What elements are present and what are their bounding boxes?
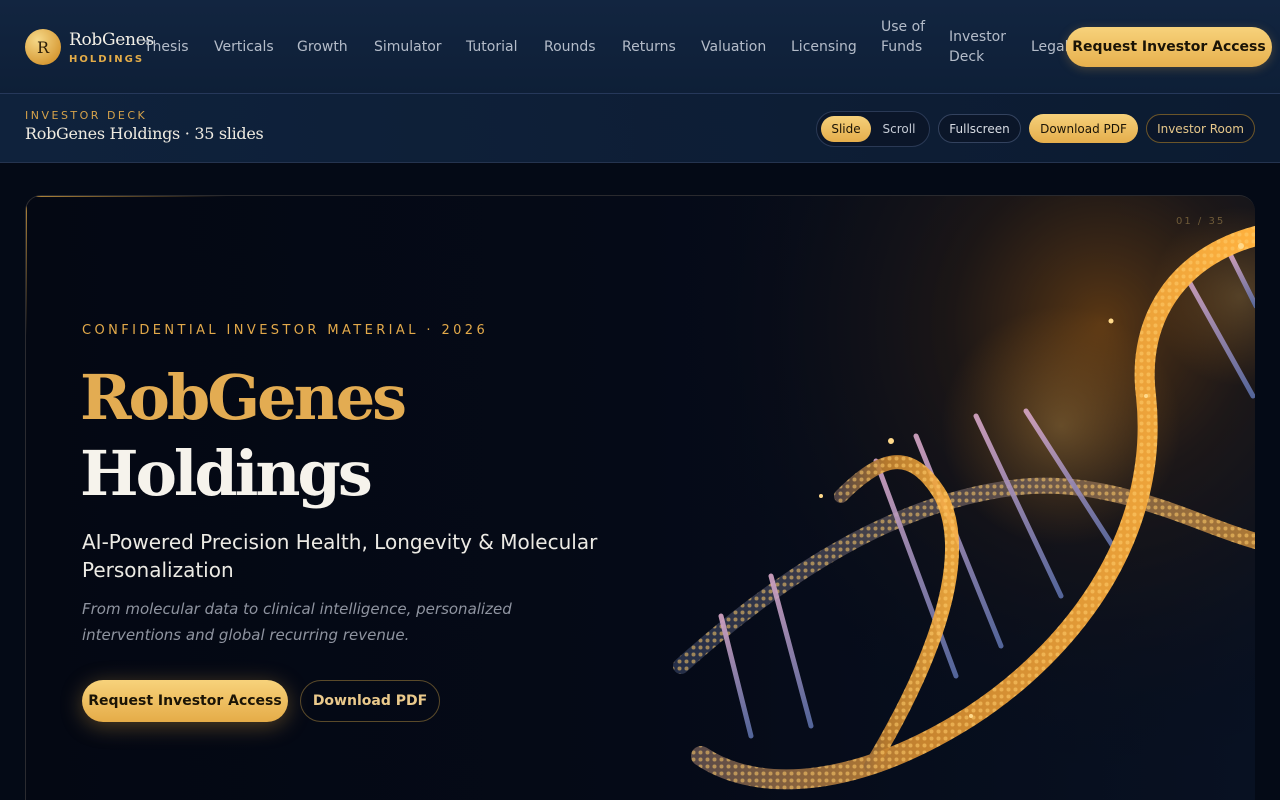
nav-item-rounds[interactable]: Rounds <box>544 37 596 57</box>
nav-item-returns[interactable]: Returns <box>622 37 676 57</box>
hero-slide: 01 / 35 CONFIDENTIAL INVESTOR MATERIAL ·… <box>25 195 1255 800</box>
nav-item-verticals[interactable]: Verticals <box>214 37 274 57</box>
nav-item-licensing[interactable]: Licensing <box>791 37 857 57</box>
download-pdf-button[interactable]: Download PDF <box>1029 114 1138 143</box>
slide-mode-button[interactable]: Slide <box>821 116 871 142</box>
nav-item-simulator[interactable]: Simulator <box>374 37 442 57</box>
scroll-mode-button[interactable]: Scroll <box>875 116 923 142</box>
dna-helix-illustration <box>641 196 1255 800</box>
nav-item-use-of-funds[interactable]: Use of Funds <box>881 17 926 57</box>
hero-eyebrow: CONFIDENTIAL INVESTOR MATERIAL · 2026 <box>82 323 489 338</box>
hero-title-line2: Holdings <box>80 437 373 510</box>
card-edge-glow-vertical <box>26 196 27 336</box>
nav-item-investor-deck[interactable]: Investor Deck <box>949 27 1009 67</box>
top-navigation: R RobGenes HOLDINGS Thesis Verticals Gro… <box>0 0 1280 94</box>
investor-room-button[interactable]: Investor Room <box>1146 114 1255 143</box>
brand-subtitle: HOLDINGS <box>69 54 145 65</box>
card-edge-glow <box>26 196 226 197</box>
fullscreen-button[interactable]: Fullscreen <box>938 114 1021 143</box>
deck-title: RobGenes Holdings · 35 slides <box>25 124 264 143</box>
hero-description: From molecular data to clinical intellig… <box>82 600 512 644</box>
nav-item-growth[interactable]: Growth <box>297 37 348 57</box>
nav-item-thesis[interactable]: Thesis <box>144 37 189 57</box>
hero-title-line1: RobGenes <box>80 361 407 434</box>
deck-toolbar: INVESTOR DECK RobGenes Holdings · 35 sli… <box>0 94 1280 163</box>
nav-item-legal[interactable]: Legal <box>1031 37 1069 57</box>
hero-request-access-button[interactable]: Request Investor Access <box>82 680 288 722</box>
view-mode-toggle: Slide Scroll <box>816 111 930 147</box>
request-investor-access-button[interactable]: Request Investor Access <box>1066 27 1272 67</box>
hero-subheading: AI-Powered Precision Health, Longevity &… <box>82 530 598 582</box>
deck-eyebrow: INVESTOR DECK <box>25 109 148 122</box>
nav-item-tutorial[interactable]: Tutorial <box>466 37 517 57</box>
slide-counter: 01 / 35 <box>1176 216 1226 227</box>
hero-download-pdf-button[interactable]: Download PDF <box>300 680 440 722</box>
brand-name: RobGenes <box>69 30 154 50</box>
nav-item-valuation[interactable]: Valuation <box>701 37 766 57</box>
brand-logo-icon: R <box>25 29 61 65</box>
